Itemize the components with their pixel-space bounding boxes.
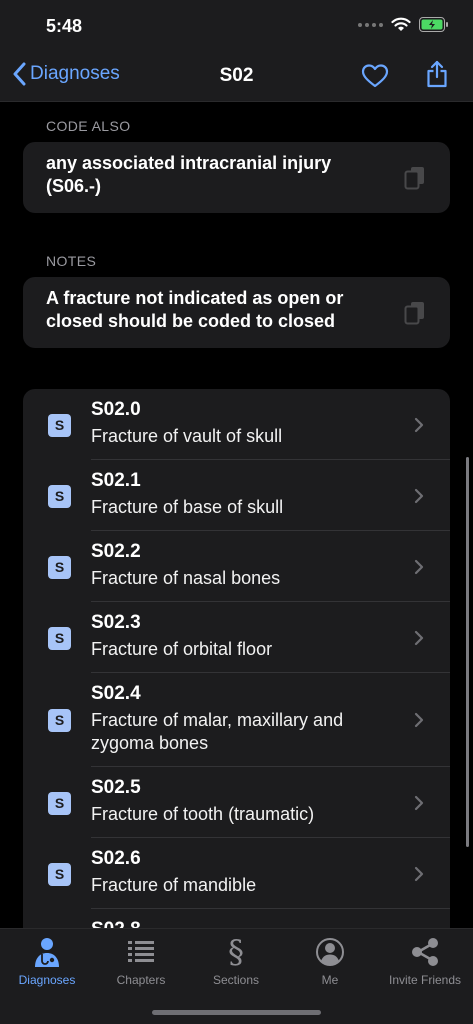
item-title: Fracture of tooth (traumatic) <box>91 804 315 824</box>
tab-invite-friends[interactable]: Invite Friends <box>378 935 472 987</box>
copy-icon <box>404 302 424 325</box>
list-item[interactable]: S S02.1 Fracture of base of skull <box>23 460 450 531</box>
chevron-right-icon <box>414 630 424 645</box>
item-title: Fracture of nasal bones <box>91 568 281 588</box>
scrollbar[interactable] <box>466 457 469 847</box>
chevron-right-icon <box>414 488 424 503</box>
code-also-card: any associated intracranial injury (S06.… <box>23 142 450 213</box>
list-icon <box>128 941 154 962</box>
item-title: Fracture of orbital floor <box>91 639 273 659</box>
person-icon <box>316 938 344 966</box>
list-item[interactable]: S S02.3 Fracture of orbital floor <box>23 602 450 673</box>
category-badge: S <box>48 484 71 508</box>
list-item[interactable]: S S02.8 <box>23 909 450 928</box>
item-code: S02.8 <box>91 918 400 928</box>
list-item[interactable]: S S02.2 Fracture of nasal bones <box>23 531 450 602</box>
item-code: S02.0 <box>91 399 141 420</box>
share-button[interactable] <box>426 60 448 93</box>
navigation-bar: Diagnoses S02 <box>0 52 473 102</box>
chevron-right-icon <box>414 866 424 881</box>
tab-chapters[interactable]: Chapters <box>94 935 188 987</box>
wifi-icon <box>391 17 411 31</box>
item-title: Fracture of base of skull <box>91 497 284 517</box>
item-code: S02.2 <box>91 541 141 562</box>
tab-label: Diagnoses <box>18 973 76 987</box>
favorite-button[interactable] <box>361 63 389 94</box>
status-bar: 5:48 <box>0 0 473 52</box>
category-badge: S <box>48 791 71 815</box>
tab-diagnoses[interactable]: Diagnoses <box>0 935 94 987</box>
subcategory-list: S S02.0 Fracture of vault of skull S S02.… <box>23 389 450 928</box>
chevron-right-icon <box>414 712 424 728</box>
item-code: S02.1 <box>91 470 141 491</box>
chevron-right-icon <box>414 559 424 574</box>
item-code: S02.4 <box>91 683 141 704</box>
category-badge: S <box>48 626 71 650</box>
chevron-left-icon <box>13 62 26 86</box>
item-title: Fracture of malar, maxillary and zygoma … <box>91 710 344 753</box>
code-also-header: CODE ALSO <box>46 118 131 134</box>
category-badge: S <box>48 555 71 579</box>
list-item[interactable]: S S02.4 Fracture of malar, maxillary and … <box>23 673 450 767</box>
category-badge: S <box>48 862 71 886</box>
copy-notes-button[interactable] <box>404 301 426 330</box>
back-button-label: Diagnoses <box>30 63 120 84</box>
battery-icon <box>419 17 448 32</box>
item-code: S02.3 <box>91 612 141 633</box>
home-indicator[interactable] <box>152 1010 321 1015</box>
chevron-right-icon <box>414 417 424 432</box>
heart-icon <box>361 64 389 88</box>
tab-label: Invite Friends <box>388 973 462 987</box>
category-badge: S <box>48 413 71 437</box>
list-item[interactable]: S S02.0 Fracture of vault of skull <box>23 389 450 460</box>
section-icon: § <box>228 933 244 971</box>
tab-sections[interactable]: § Sections <box>189 935 283 987</box>
copy-code-also-button[interactable] <box>404 166 426 195</box>
code-also-text: any associated intracranial injury (S06.… <box>46 153 332 196</box>
status-icons <box>358 17 449 32</box>
item-title: Fracture of vault of skull <box>91 426 283 446</box>
copy-icon <box>404 167 424 190</box>
notes-text: A fracture not indicated as open or clos… <box>46 288 344 331</box>
list-item[interactable]: S S02.5 Fracture of tooth (traumatic) <box>23 767 450 838</box>
chevron-right-icon <box>414 795 424 810</box>
tab-label: Chapters <box>116 973 166 987</box>
list-item[interactable]: S S02.6 Fracture of mandible <box>23 838 450 909</box>
share-upload-icon <box>427 60 447 88</box>
item-code: S02.5 <box>91 777 141 798</box>
notes-card: A fracture not indicated as open or clos… <box>23 277 450 348</box>
content-scroll-area[interactable]: CODE ALSO any associated intracranial in… <box>0 102 473 928</box>
tab-label: Sections <box>212 973 260 987</box>
item-title: Fracture of mandible <box>91 875 257 895</box>
back-button[interactable]: Diagnoses <box>12 62 120 86</box>
tab-me[interactable]: Me <box>283 935 377 987</box>
item-code: S02.6 <box>91 848 141 869</box>
notes-header: NOTES <box>46 253 97 269</box>
tab-bar: Diagnoses Chapters § Sections Me Invite … <box>0 928 473 1024</box>
category-badge: S <box>48 709 71 732</box>
status-time: 5:48 <box>46 16 83 36</box>
tab-label: Me <box>321 973 339 987</box>
share-icon <box>412 938 438 966</box>
doctor-icon <box>35 938 59 967</box>
signal-icon <box>358 22 383 27</box>
